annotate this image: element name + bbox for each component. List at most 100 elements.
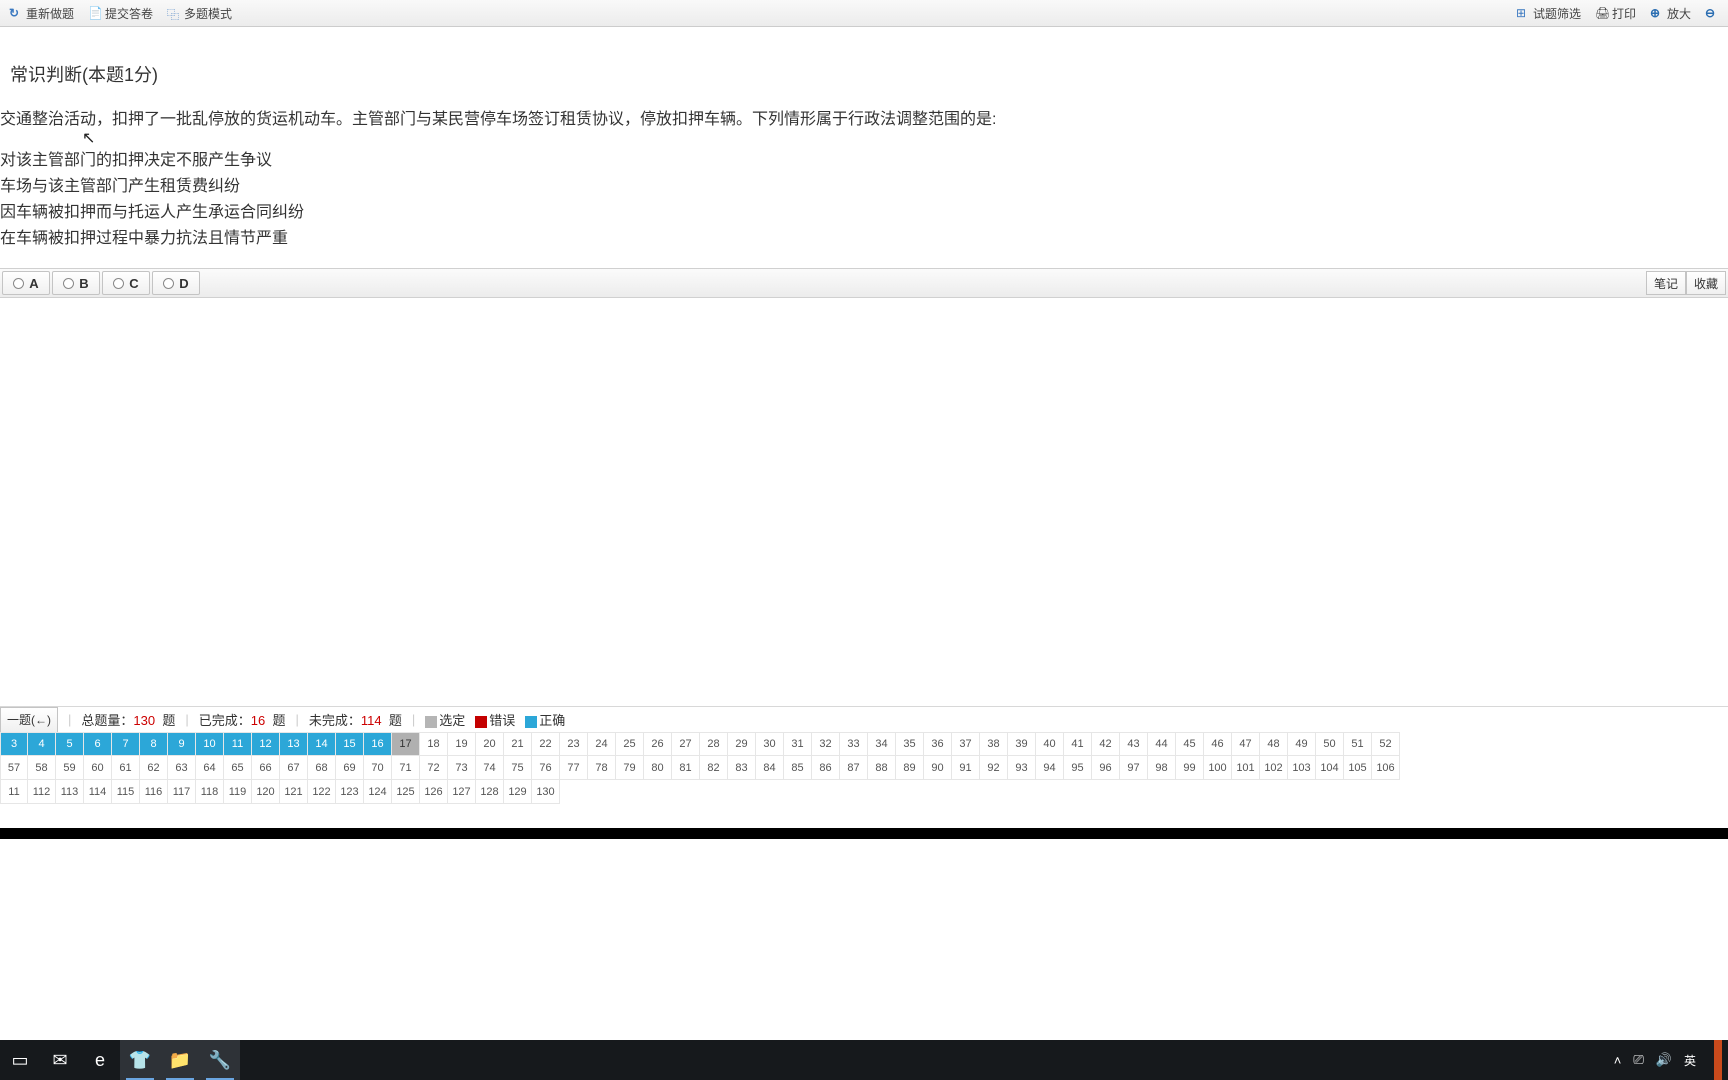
question-cell[interactable]: 121	[280, 780, 308, 804]
question-cell[interactable]: 113	[56, 780, 84, 804]
question-cell[interactable]: 59	[56, 756, 84, 780]
question-cell[interactable]: 23	[560, 732, 588, 756]
question-cell[interactable]: 90	[924, 756, 952, 780]
question-cell[interactable]: 117	[168, 780, 196, 804]
question-cell[interactable]: 38	[980, 732, 1008, 756]
question-cell[interactable]: 57	[0, 756, 28, 780]
question-cell[interactable]: 30	[756, 732, 784, 756]
zoom-out-button[interactable]	[1698, 0, 1726, 26]
question-cell[interactable]: 84	[756, 756, 784, 780]
question-cell[interactable]: 82	[700, 756, 728, 780]
question-cell[interactable]: 103	[1288, 756, 1316, 780]
question-cell[interactable]: 100	[1204, 756, 1232, 780]
question-cell[interactable]: 73	[448, 756, 476, 780]
question-cell[interactable]: 124	[364, 780, 392, 804]
question-cell[interactable]: 11	[224, 732, 252, 756]
answer-b[interactable]: B	[52, 271, 100, 295]
question-cell[interactable]: 115	[112, 780, 140, 804]
question-cell[interactable]: 93	[1008, 756, 1036, 780]
question-cell[interactable]: 85	[784, 756, 812, 780]
question-cell[interactable]: 78	[588, 756, 616, 780]
question-cell[interactable]: 71	[392, 756, 420, 780]
question-cell[interactable]: 37	[952, 732, 980, 756]
question-cell[interactable]: 45	[1176, 732, 1204, 756]
question-cell[interactable]: 99	[1176, 756, 1204, 780]
question-cell[interactable]: 27	[672, 732, 700, 756]
question-cell[interactable]: 65	[224, 756, 252, 780]
question-cell[interactable]: 91	[952, 756, 980, 780]
question-cell[interactable]: 43	[1120, 732, 1148, 756]
question-cell[interactable]: 76	[532, 756, 560, 780]
filter-button[interactable]: 试题筛选	[1509, 0, 1588, 26]
question-cell[interactable]: 8	[140, 732, 168, 756]
question-cell[interactable]: 40	[1036, 732, 1064, 756]
question-cell[interactable]: 50	[1316, 732, 1344, 756]
print-button[interactable]: 打印	[1588, 0, 1643, 26]
question-cell[interactable]: 95	[1064, 756, 1092, 780]
question-cell[interactable]: 118	[196, 780, 224, 804]
edge-browser[interactable]: e	[80, 1040, 120, 1080]
question-cell[interactable]: 32	[812, 732, 840, 756]
favorite-button[interactable]: 收藏	[1686, 271, 1726, 295]
question-cell[interactable]: 16	[364, 732, 392, 756]
question-cell[interactable]: 60	[84, 756, 112, 780]
question-cell[interactable]: 34	[868, 732, 896, 756]
question-cell[interactable]: 123	[336, 780, 364, 804]
question-cell[interactable]: 130	[532, 780, 560, 804]
question-cell[interactable]: 33	[840, 732, 868, 756]
question-cell[interactable]: 6	[84, 732, 112, 756]
question-cell[interactable]: 72	[420, 756, 448, 780]
network-icon[interactable]: ⎚	[1633, 1052, 1643, 1068]
ime-indicator[interactable]: 英	[1684, 1052, 1696, 1069]
question-cell[interactable]: 41	[1064, 732, 1092, 756]
question-cell[interactable]: 119	[224, 780, 252, 804]
question-cell[interactable]: 26	[644, 732, 672, 756]
app-2[interactable]: 🔧	[200, 1040, 240, 1080]
question-cell[interactable]: 77	[560, 756, 588, 780]
question-cell[interactable]: 49	[1288, 732, 1316, 756]
answer-a[interactable]: A	[2, 271, 50, 295]
zoom-button[interactable]: 放大	[1643, 0, 1698, 26]
question-cell[interactable]: 4	[28, 732, 56, 756]
question-cell[interactable]: 69	[336, 756, 364, 780]
question-cell[interactable]: 87	[840, 756, 868, 780]
question-cell[interactable]: 11	[0, 780, 28, 804]
question-cell[interactable]: 80	[644, 756, 672, 780]
question-cell[interactable]: 81	[672, 756, 700, 780]
question-cell[interactable]: 67	[280, 756, 308, 780]
question-cell[interactable]: 46	[1204, 732, 1232, 756]
question-cell[interactable]: 114	[84, 780, 112, 804]
question-cell[interactable]: 127	[448, 780, 476, 804]
question-cell[interactable]: 21	[504, 732, 532, 756]
question-cell[interactable]: 52	[1372, 732, 1400, 756]
question-cell[interactable]: 70	[364, 756, 392, 780]
question-cell[interactable]: 35	[896, 732, 924, 756]
question-cell[interactable]: 112	[28, 780, 56, 804]
question-cell[interactable]: 101	[1232, 756, 1260, 780]
question-cell[interactable]: 122	[308, 780, 336, 804]
question-cell[interactable]: 51	[1344, 732, 1372, 756]
question-cell[interactable]: 47	[1232, 732, 1260, 756]
question-cell[interactable]: 79	[616, 756, 644, 780]
question-cell[interactable]: 15	[336, 732, 364, 756]
question-cell[interactable]: 63	[168, 756, 196, 780]
question-cell[interactable]: 116	[140, 780, 168, 804]
question-cell[interactable]: 125	[392, 780, 420, 804]
file-explorer[interactable]: 📁	[160, 1040, 200, 1080]
question-cell[interactable]: 48	[1260, 732, 1288, 756]
question-cell[interactable]: 61	[112, 756, 140, 780]
question-cell[interactable]: 64	[196, 756, 224, 780]
question-cell[interactable]: 18	[420, 732, 448, 756]
question-cell[interactable]: 28	[700, 732, 728, 756]
submit-button[interactable]: 提交答卷	[81, 0, 160, 26]
question-cell[interactable]: 44	[1148, 732, 1176, 756]
question-cell[interactable]: 24	[588, 732, 616, 756]
question-cell[interactable]: 129	[504, 780, 532, 804]
volume-icon[interactable]: 🔊	[1656, 1052, 1672, 1068]
question-cell[interactable]: 126	[420, 780, 448, 804]
question-cell[interactable]: 102	[1260, 756, 1288, 780]
answer-c[interactable]: C	[102, 271, 150, 295]
question-cell[interactable]: 36	[924, 732, 952, 756]
task-view-button[interactable]: ▭	[0, 1040, 40, 1080]
note-button[interactable]: 笔记	[1646, 271, 1686, 295]
